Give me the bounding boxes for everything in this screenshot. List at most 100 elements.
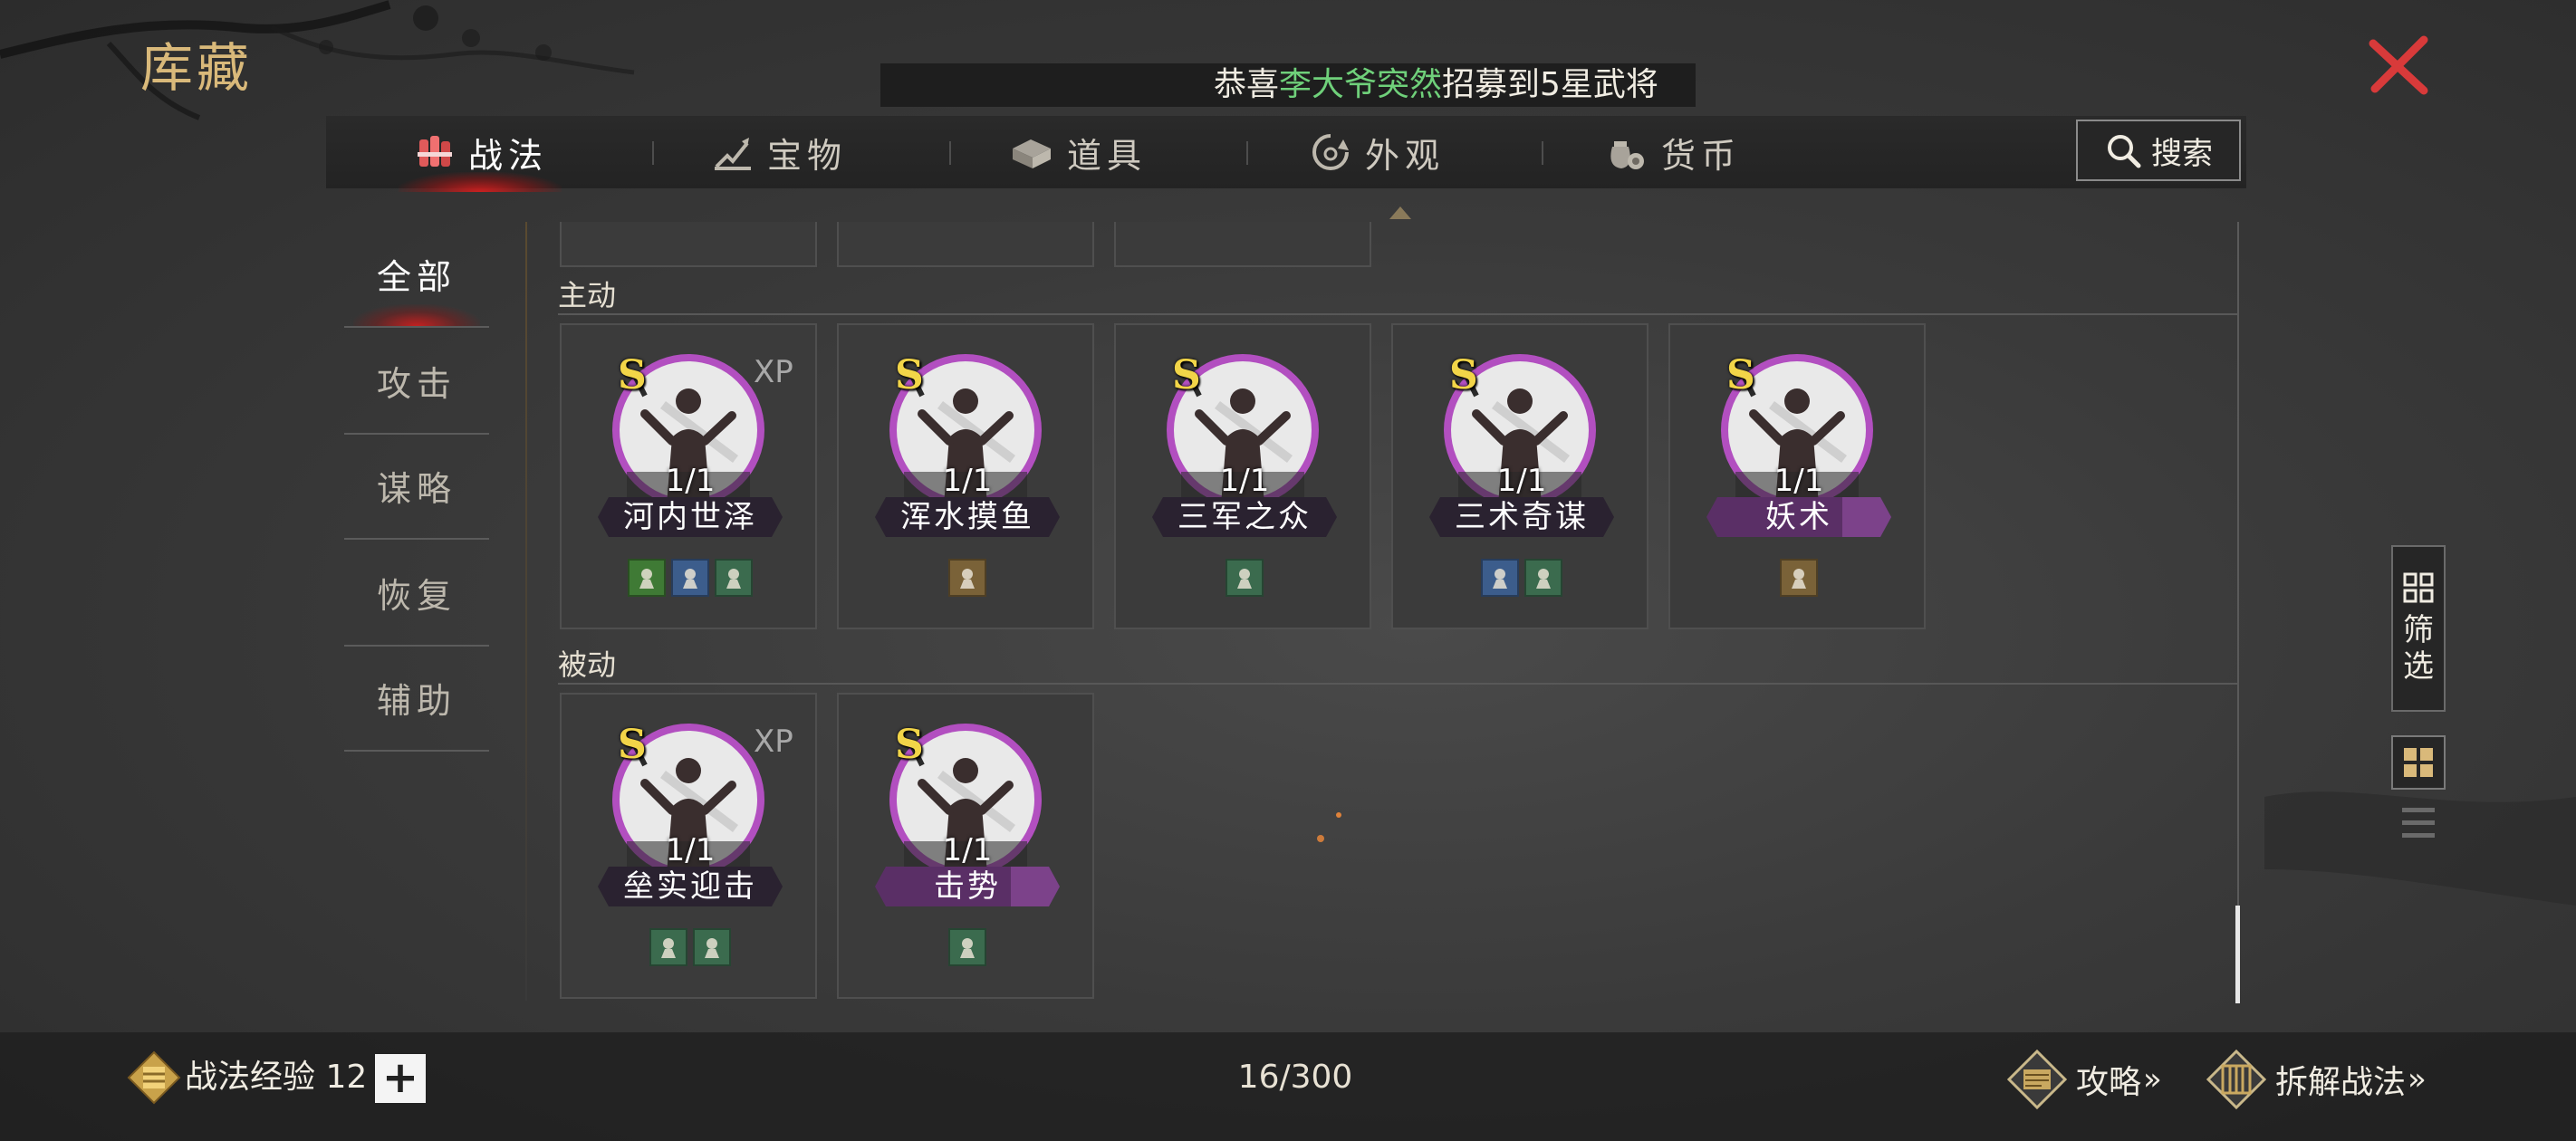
grade-badge: S [1172,352,1201,398]
tactic-card[interactable]: S XP 1/1 垒实迎击 [560,693,817,999]
scroll-bundle-icon [417,136,452,167]
content-divider [525,222,527,1001]
grid-view-icon [2404,748,2433,777]
side-item-recovery[interactable]: 恢复 [344,540,489,645]
filter-label: 筛选 [2403,612,2434,685]
page-title: 库藏 [140,37,254,99]
marquee-prefix: 恭喜 [1214,66,1280,103]
double-chevron-icon: » [2143,1061,2162,1098]
side-divider [344,750,489,752]
close-button[interactable] [2360,27,2437,103]
guide-label: 攻略 [2076,1064,2142,1101]
tab-currency[interactable]: 货币 [1563,116,1781,188]
tactic-name: 浑水摸鱼 [900,499,1034,535]
tactic-count: 1/1 [1219,463,1270,499]
side-item-label: 谋略 [376,468,457,509]
xp-tag: XP [754,724,793,760]
grid-view-toggle[interactable] [2391,735,2446,790]
tab-label: 道具 [1066,135,1147,176]
tactic-card[interactable]: S XP 1/1 河内世泽 [560,323,817,629]
filter-button[interactable]: 筛选 [2391,545,2446,712]
tactic-exp-icon [127,1050,181,1105]
appearance-icon [1312,134,1349,170]
tab-label: 货币 [1660,135,1741,176]
tactic-count: 1/1 [1496,463,1547,499]
side-item-all[interactable]: 全部 [344,221,489,326]
side-item-attack[interactable]: 攻击 [344,328,489,433]
tab-tactics[interactable]: 战法 [380,116,580,192]
section-divider [558,683,2237,685]
section-label-passive: 被动 [558,647,617,682]
section-label-active: 主动 [558,278,617,312]
card-partial[interactable] [560,222,817,267]
tactic-name: 三术奇谋 [1455,499,1589,535]
tactic-name: 河内世泽 [623,499,757,535]
troop-glyph-icon [705,938,719,958]
troop-glyph-icon [1792,569,1806,589]
disband-label: 拆解战法 [2275,1064,2407,1101]
scrollbar-thumb[interactable] [2235,906,2240,1003]
troop-glyph-icon [726,569,741,589]
tab-separator [652,141,654,165]
tactic-name: 三军之众 [1177,499,1312,535]
tab-label: 宝物 [766,135,847,176]
inventory-count: 16/300 [1237,1059,1353,1096]
tab-items[interactable]: 道具 [969,116,1187,188]
disband-tactic-button[interactable]: 拆解战法 » [2205,1043,2427,1116]
side-item-label: 全部 [376,256,457,297]
tactic-name: 击势 [934,868,1001,905]
side-item-support[interactable]: 辅助 [344,645,489,750]
tactic-name: 垒实迎击 [623,868,757,905]
troop-glyph-icon [960,938,975,958]
troop-type-badges [562,559,819,597]
tactic-count: 1/1 [665,832,716,868]
tactic-exp-label: 战法经验 12 [185,1059,368,1096]
side-item-label: 辅助 [376,680,457,721]
grade-badge: S [618,722,647,768]
card-partial[interactable] [1114,222,1371,267]
section-divider [558,313,2237,315]
tactics-list[interactable]: 主动 被动 S XP 1/1 河内世泽 S 1/1 浑水摸鱼 S 1/1 三军之众 S 1/1 三术奇谋… [543,222,2246,1010]
tactic-card[interactable]: S 1/1 妖术 [1668,323,1926,629]
tab-appearance[interactable]: 外观 [1268,116,1485,188]
tactic-card[interactable]: S 1/1 三军之众 [1114,323,1371,629]
tactic-card[interactable]: S 1/1 三术奇谋 [1391,323,1648,629]
tactic-card[interactable]: S 1/1 浑水摸鱼 [837,323,1094,629]
grade-badge: S [1449,352,1478,398]
tab-separator [1542,141,1543,165]
troop-type-icon [649,928,687,966]
troop-type-icon [693,928,731,966]
announcement-marquee: 恭喜李大爷突然招募到5星武将 [880,63,1696,107]
tactic-card[interactable]: S 1/1 击势 [837,693,1094,999]
tab-pointer-icon [1389,206,1411,219]
tab-label: 外观 [1364,135,1445,176]
troop-glyph-icon [639,569,654,589]
troop-type-badges [1116,559,1373,597]
grid-filter-icon [2403,572,2434,603]
tab-treasure[interactable]: 宝物 [670,116,888,188]
guide-button[interactable]: 攻略 » [2005,1043,2162,1116]
tactic-count: 1/1 [942,463,993,499]
tactic-name: 妖术 [1765,499,1832,535]
troop-type-badges [1670,559,1927,597]
scrollbar-track[interactable] [2237,222,2239,1002]
troop-glyph-icon [1536,569,1551,589]
troop-type-badges [839,559,1096,597]
troop-glyph-icon [661,938,676,958]
search-button[interactable]: 搜索 [2076,120,2241,181]
troop-glyph-icon [960,569,975,589]
card-partial[interactable] [837,222,1094,267]
double-chevron-icon: » [2408,1061,2427,1098]
troop-glyph-icon [683,569,697,589]
list-view-icon[interactable] [2400,804,2437,842]
marquee-suffix: 招募到5星武将 [1442,66,1658,103]
side-item-strategy[interactable]: 谋略 [344,433,489,538]
tactic-count: 1/1 [1773,463,1824,499]
tab-separator [1246,141,1248,165]
side-item-label: 攻击 [376,363,457,404]
grade-badge: S [618,352,647,398]
troop-type-icon [948,928,986,966]
item-box-icon [1012,139,1051,168]
disband-scroll-icon [2206,1049,2267,1110]
add-exp-button[interactable]: + [375,1054,426,1103]
